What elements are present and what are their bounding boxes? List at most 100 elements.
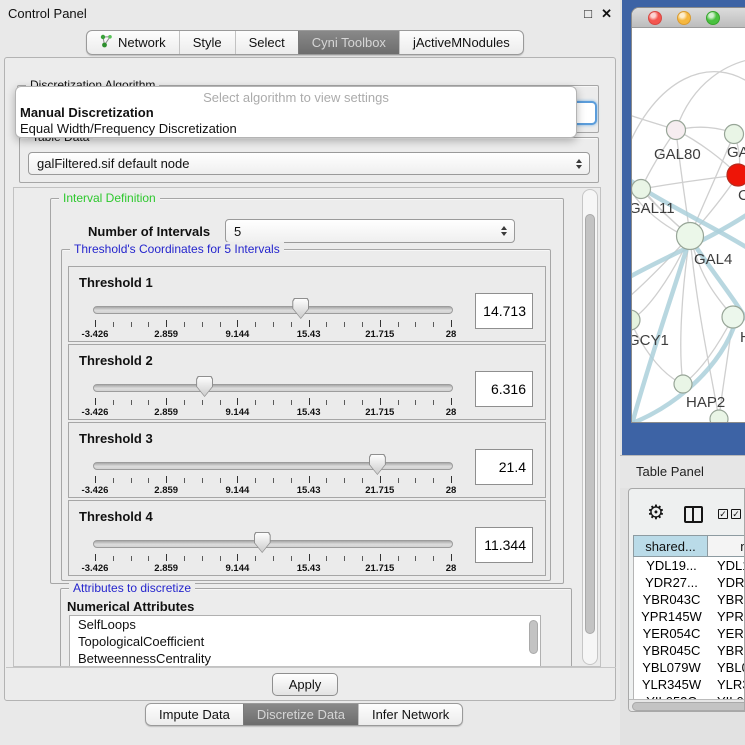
tab-impute-data[interactable]: Impute Data [146,704,243,725]
threshold-slider[interactable]: -3.4262.8599.14415.4321.71528 [69,345,545,419]
slider-track[interactable] [93,306,453,314]
table-row[interactable]: YDL19...YDL1 [634,557,745,574]
gal80-node[interactable] [667,121,686,140]
tab-cyni-toolbox[interactable]: Cyni Toolbox [298,31,399,54]
table-row[interactable]: YBL079WYBL0 [634,659,745,676]
horizontal-scrollbar-thumb[interactable] [632,702,745,711]
slider-track[interactable] [93,540,453,548]
cell-name: YBR0 [709,591,745,608]
spinner-up-arrow[interactable] [576,159,582,163]
vertical-scrollbar[interactable] [582,189,598,665]
tab-select[interactable]: Select [235,31,298,54]
apply-button[interactable]: Apply [272,673,338,696]
divider [6,667,616,668]
numerical-attribute-item[interactable]: SelfLoops [70,616,540,633]
table-row[interactable]: YBR045CYBR0 [634,642,745,659]
tab-discretize-data[interactable]: Discretize Data [243,704,358,725]
slider-track[interactable] [93,462,453,470]
top-right-node[interactable] [725,125,744,144]
table-row[interactable]: YER054CYER0 [634,625,745,642]
tab-infer-network[interactable]: Infer Network [358,704,462,725]
threshold-value-field[interactable]: 14.713 [475,293,533,329]
slider-tick [166,476,167,483]
table-row[interactable]: YPR145WYPR1 [634,608,745,625]
threshold-slider[interactable]: -3.4262.8599.14415.4321.71528 [69,501,545,575]
spinner-down-arrow[interactable] [576,165,582,169]
settings-gear-icon[interactable]: ⚙ [647,503,665,523]
slider-track[interactable] [93,384,453,392]
column-header-name[interactable]: na [708,535,745,557]
column-layout-icon[interactable] [684,506,703,523]
combobox-value: 5 [234,224,241,239]
numerical-attributes-list[interactable]: SelfLoopsTopologicalCoefficientBetweenne… [69,615,541,667]
threshold-slider[interactable]: -3.4262.8599.14415.4321.71528 [69,423,545,497]
slider-thumb[interactable] [254,532,271,553]
threshold-slider[interactable]: -3.4262.8599.14415.4321.71528 [69,267,545,341]
table-row[interactable]: YBR043CYBR0 [634,591,745,608]
tab-style[interactable]: Style [179,31,235,54]
slider-thumb-face [197,377,212,396]
algorithm-option-equal-width-frequency-discretization[interactable]: Equal Width/Frequency Discretization [16,121,576,137]
hap2-node[interactable] [674,375,692,393]
column-header-shared-name[interactable]: shared... [633,535,708,557]
threshold-panel-4: Threshold 4-3.4262.8599.14415.4321.71528… [68,500,546,576]
select-columns-checkbox-icon[interactable]: ✓ [731,509,741,519]
attribute-items: SelfLoopsTopologicalCoefficientBetweenne… [70,616,540,667]
slider-tick [362,478,363,483]
window-zoom-button[interactable] [706,11,720,25]
threshold-panel-2: Threshold 2-3.4262.8599.14415.4321.71528… [68,344,546,420]
slider-tick [398,400,399,405]
tab-jactivemnodules[interactable]: jActiveMNodules [399,31,523,54]
cell-shared-name: YBR043C [634,591,709,608]
gal11-node[interactable] [632,180,651,199]
slider-tick [291,556,292,561]
slider-tick [148,478,149,483]
spinner-up-arrow[interactable] [501,226,507,230]
tick-label: 28 [446,407,457,418]
table-data-combobox[interactable]: galFiltered.sif default node [28,152,590,175]
slider-thumb[interactable] [196,376,213,397]
horizontal-scrollbar[interactable] [629,699,745,712]
threshold-value-field[interactable]: 21.4 [475,449,533,485]
slider-tick [255,322,256,327]
slider-tick [131,478,132,483]
slider-tick [398,322,399,327]
red-node[interactable] [727,164,745,186]
slider-tick [344,322,345,327]
list-scrollbar-thumb[interactable] [529,620,538,654]
slider-tick [362,322,363,327]
window-minimize-button[interactable] [677,11,691,25]
algorithm-option-manual-discretization[interactable]: Manual Discretization [16,105,576,121]
slider-tick [380,320,381,327]
screen: Control Panel □ ✕ NetworkStyleSelectCyni… [0,0,745,745]
network-canvas[interactable]: GAL80GACGAL11GAL4GCY1HHAP2 [632,28,745,422]
tab-network[interactable]: Network [87,31,179,54]
threshold-value-field[interactable]: 6.316 [475,371,533,407]
table-row[interactable]: YLR345WYLR3 [634,676,745,693]
vertical-scrollbar-thumb[interactable] [585,214,595,634]
table-row[interactable]: YDR27...YDR2 [634,574,745,591]
table-panel-titlebar: Table Panel [620,455,745,488]
slider-tick [309,398,310,405]
slider-tick [291,400,292,405]
numerical-attribute-item[interactable]: BetweennessCentrality [70,650,540,667]
gcy1-node[interactable] [632,310,640,330]
float-window-icon[interactable]: □ [584,6,592,21]
combobox-spinner[interactable] [576,159,582,169]
slider-thumb[interactable] [292,298,309,319]
slider-tick [380,476,381,483]
right-mid-node[interactable] [722,306,744,328]
combobox-spinner[interactable] [501,226,507,236]
slider-thumb[interactable] [369,454,386,475]
window-close-button[interactable] [648,11,662,25]
threshold-value-field[interactable]: 11.344 [475,527,533,563]
numerical-attribute-item[interactable]: TopologicalCoefficient [70,633,540,650]
select-all-checkbox-icon[interactable]: ✓ [718,509,728,519]
network-icon [100,34,113,51]
number-of-intervals-combobox[interactable]: 5 [225,219,515,243]
network-window-titlebar[interactable] [632,8,745,28]
close-panel-icon[interactable]: ✕ [601,6,612,22]
gal4-node[interactable] [677,223,704,250]
spinner-down-arrow[interactable] [501,232,507,236]
bottom-node[interactable] [710,410,728,422]
